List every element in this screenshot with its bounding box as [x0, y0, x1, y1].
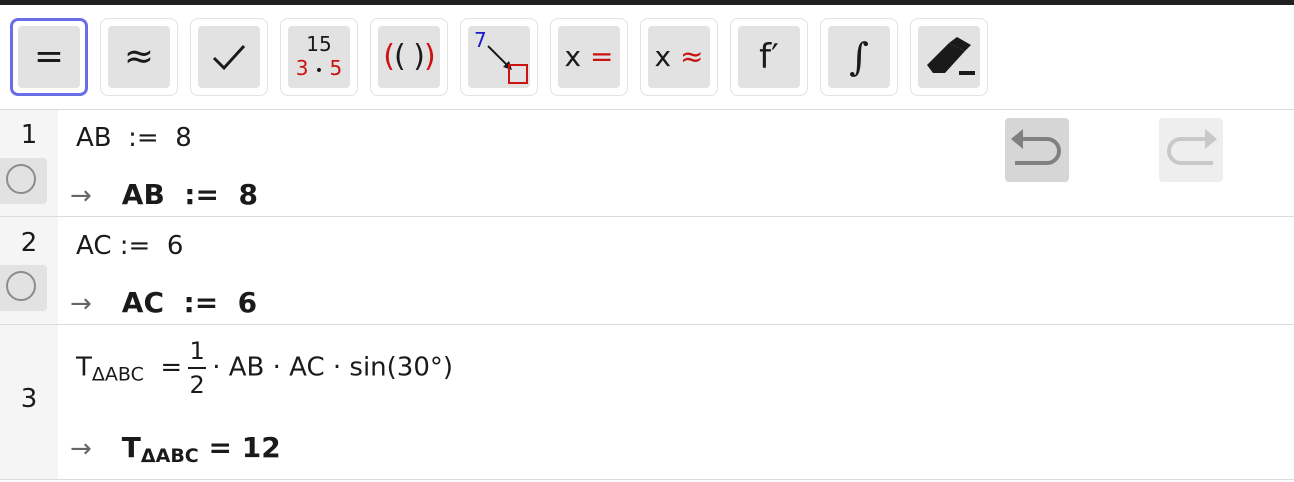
factor-icon: 15 3 • 5	[288, 26, 350, 88]
cas-input[interactable]: AC := 6	[76, 231, 183, 261]
cas-output: → TΔABC = 12	[70, 431, 281, 467]
solve-label: x =	[565, 43, 614, 71]
numeric-icon: ≈	[108, 26, 170, 88]
expand-tool-button[interactable]: (( ))	[370, 18, 448, 96]
integral-icon: ∫	[828, 26, 890, 88]
output-rhs: = 12	[198, 431, 281, 464]
row-number: 2	[20, 228, 38, 258]
cas-view: 1 AB := 8 → AB := 8 2 AC := 6 → AC := 6	[0, 110, 1294, 482]
fraction-bar	[188, 367, 207, 369]
derivative-label: f′	[759, 37, 779, 77]
expand-icon: (( ))	[378, 26, 440, 88]
factor-top-number: 15	[306, 31, 332, 56]
evaluate-label: =	[33, 36, 65, 77]
undo-icon	[1011, 129, 1061, 165]
cas-output-text: AB := 8	[121, 178, 258, 211]
show-in-graphics-toggle[interactable]	[0, 265, 47, 311]
integral-tool-button[interactable]: ∫	[820, 18, 898, 96]
derivative-icon: f′	[738, 26, 800, 88]
input-equals: =	[160, 352, 183, 383]
nsolve-op: ≈	[680, 40, 704, 73]
substitute-tool-button[interactable]: 7	[460, 18, 538, 96]
check-icon	[198, 26, 260, 88]
substitute-icon: 7	[468, 26, 530, 88]
cas-row-1[interactable]: 1 AB := 8 → AB := 8	[0, 110, 1294, 217]
output-arrow-icon: →	[70, 181, 92, 211]
numeric-label: ≈	[123, 36, 155, 77]
numeric-tool-button[interactable]: ≈	[100, 18, 178, 96]
row-number: 1	[20, 120, 38, 150]
evaluate-icon: =	[18, 26, 80, 88]
cas-output-text: AC := 6	[121, 286, 258, 319]
evaluate-tool-button[interactable]: =	[10, 18, 88, 96]
output-lhs: T	[121, 431, 141, 464]
show-in-graphics-toggle[interactable]	[0, 158, 47, 204]
derivative-tool-button[interactable]: f′	[730, 18, 808, 96]
fraction: 12	[188, 337, 207, 399]
nsolve-x: x	[654, 40, 672, 73]
input-eq	[144, 353, 161, 383]
cas-output: → AC := 6	[70, 286, 257, 319]
circle-icon	[6, 271, 36, 301]
redo-button[interactable]	[1159, 118, 1223, 182]
keep-input-tool-button[interactable]	[190, 18, 268, 96]
factor-bottom-right: 5	[329, 55, 343, 80]
solve-numerically-label: x ≈	[655, 43, 704, 71]
fraction-denominator: 2	[189, 371, 205, 399]
substitute-arrow-icon	[487, 45, 528, 84]
solve-icon: x =	[558, 26, 620, 88]
solve-numerically-icon: x ≈	[648, 26, 710, 88]
expand-label: (( ))	[383, 39, 435, 74]
delete-tool-button[interactable]	[910, 18, 988, 96]
input-lhs: T	[76, 352, 92, 383]
undo-button[interactable]	[1005, 118, 1069, 182]
integral-label: ∫	[849, 35, 869, 79]
solve-x: x	[564, 40, 582, 73]
output-arrow-icon: →	[70, 289, 92, 319]
output-subscript: ΔABC	[140, 445, 199, 467]
output-arrow-icon: →	[70, 434, 92, 464]
cas-output: → AB := 8	[70, 178, 258, 211]
factor-bottom-left: 3	[295, 55, 309, 80]
input-rhs: · AB · AC · sin(30°)	[212, 352, 454, 383]
cas-toolbar: = ≈ 15 3 • 5 (( )) 7 x = x ≈ f′ ∫	[0, 5, 1294, 110]
row-number: 3	[20, 384, 38, 414]
factor-bottom: 3 • 5	[296, 56, 342, 83]
cas-input[interactable]: TΔABC = 1 2 · AB · AC · sin(30°)	[76, 337, 453, 399]
check-icon-svg	[212, 44, 246, 71]
input-subscript: ΔABC	[91, 363, 144, 386]
substitute-number: 7	[474, 28, 487, 52]
factor-dot: •	[314, 62, 324, 79]
circle-icon	[6, 164, 36, 194]
eraser-icon-svg	[927, 37, 975, 75]
eraser-icon	[918, 26, 980, 88]
cas-row-2[interactable]: 2 AC := 6 → AC := 6	[0, 217, 1294, 325]
fraction-numerator: 1	[189, 337, 205, 365]
redo-icon	[1167, 129, 1217, 165]
cas-row-3[interactable]: 3 TΔABC = 1 2 · AB · AC · sin(30°) → TΔABC =…	[0, 325, 1294, 480]
solve-numerically-tool-button[interactable]: x ≈	[640, 18, 718, 96]
solve-tool-button[interactable]: x =	[550, 18, 628, 96]
cas-input[interactable]: AB := 8	[76, 123, 192, 153]
solve-op: =	[590, 40, 614, 73]
factor-tool-button[interactable]: 15 3 • 5	[280, 18, 358, 96]
